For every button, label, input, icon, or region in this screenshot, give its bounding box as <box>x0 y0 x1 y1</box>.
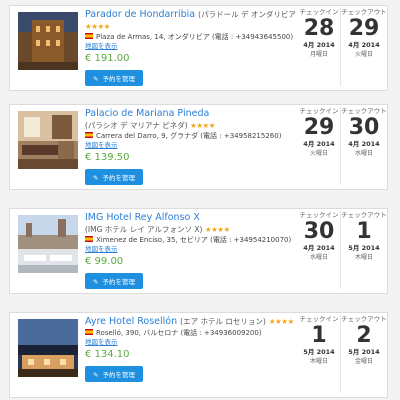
checkin-weekday: 月曜日 <box>309 51 328 58</box>
checkout-weekday: 木曜日 <box>354 254 373 261</box>
checkout-weekday: 水曜日 <box>354 150 373 157</box>
checkout-month: 4月 2014 <box>348 140 380 148</box>
checkout-month: 5月 2014 <box>348 348 380 356</box>
manage-booking-button[interactable]: ✎ 予約を管理 <box>85 273 143 289</box>
checkin-date: チェックイン 1 5月 2014 木曜日 <box>296 315 342 366</box>
address-text: Ximenez de Enciso, 35, セビリア (電話 : +34954… <box>96 236 292 244</box>
checkin-weekday: 火曜日 <box>309 150 328 157</box>
checkout-day: 1 <box>356 219 372 244</box>
pencil-icon: ✎ <box>93 75 99 83</box>
spain-flag-icon <box>85 132 93 138</box>
manage-booking-label: 予約を管理 <box>102 75 135 83</box>
price: € 99.00 <box>85 256 124 267</box>
hotel-photo[interactable] <box>18 111 78 169</box>
checkout-date: チェックアウト 1 5月 2014 木曜日 <box>340 211 387 289</box>
checkout-day: 29 <box>348 16 380 41</box>
hotel-name-ja: (パラシオ デ マリアナ ピネダ) <box>85 121 188 130</box>
hotel-info: Parador de Hondarribia (パラドール デ オンダリビア) … <box>85 9 295 86</box>
checkin-date: チェックイン 28 4月 2014 月曜日 <box>296 8 342 59</box>
address-text: Plaza de Armas, 14, オンダリビア (電話 : +349436… <box>96 33 294 41</box>
price: € 139.50 <box>85 152 130 163</box>
pencil-icon: ✎ <box>93 174 99 182</box>
checkout-date: チェックアウト 30 4月 2014 水曜日 <box>340 107 387 185</box>
star-rating: ★★★★ <box>85 22 110 31</box>
hotel-address: Carrera del Darro, 9, グラナダ (電話 : +349582… <box>85 131 295 141</box>
checkout-day: 30 <box>348 115 380 140</box>
checkin-month: 4月 2014 <box>303 41 335 49</box>
hotel-name-ja: (パラドール デ オンダリビア) <box>198 10 295 19</box>
hotel-name-ja: (IMG ホテル レイ アルフォンソ X) <box>85 225 203 234</box>
hotel-info: Ayre Hotel Rosellón (エア ホテル ロセリョン) ★★★★ … <box>85 316 295 382</box>
show-map-link[interactable]: 地図を表示 <box>85 141 295 150</box>
hotel-address: Ximenez de Enciso, 35, セビリア (電話 : +34954… <box>85 235 295 245</box>
hotel-photo[interactable] <box>18 215 78 273</box>
star-rating: ★★★★ <box>204 225 230 234</box>
pencil-icon: ✎ <box>93 278 99 286</box>
checkout-day: 2 <box>356 323 372 348</box>
manage-booking-button[interactable]: ✎ 予約を管理 <box>85 169 143 185</box>
manage-booking-label: 予約を管理 <box>102 371 135 379</box>
checkin-day: 30 <box>303 219 335 244</box>
checkout-weekday: 金曜日 <box>354 358 373 365</box>
manage-booking-button[interactable]: ✎ 予約を管理 <box>85 366 143 382</box>
price: € 134.10 <box>85 349 130 360</box>
rating-row: ★★★★ <box>85 21 295 32</box>
spain-flag-icon <box>85 329 93 335</box>
checkin-month: 4月 2014 <box>303 140 335 148</box>
hotel-name: Palacio de Mariana Pineda <box>85 108 295 120</box>
checkin-month: 5月 2014 <box>303 348 335 356</box>
manage-booking-button[interactable]: ✎ 予約を管理 <box>85 70 143 86</box>
price: € 191.00 <box>85 53 130 64</box>
checkout-month: 4月 2014 <box>348 41 380 49</box>
hotel-name: IMG Hotel Rey Alfonso X <box>85 212 295 224</box>
spain-flag-icon <box>85 236 93 242</box>
pencil-icon: ✎ <box>93 371 99 379</box>
hotel-name-link[interactable]: Ayre Hotel Rosellón <box>85 316 177 327</box>
show-map-link[interactable]: 地図を表示 <box>85 42 295 51</box>
hotel-card: IMG Hotel Rey Alfonso X (IMG ホテル レイ アルフォ… <box>9 208 388 294</box>
hotel-card: Palacio de Mariana Pineda (パラシオ デ マリアナ ピ… <box>9 104 388 190</box>
address-text: Carrera del Darro, 9, グラナダ (電話 : +349582… <box>96 132 282 140</box>
hotel-card: Ayre Hotel Rosellón (エア ホテル ロセリョン) ★★★★ … <box>9 312 388 398</box>
checkin-date: チェックイン 30 4月 2014 水曜日 <box>296 211 342 262</box>
checkin-month: 4月 2014 <box>303 244 335 252</box>
checkin-weekday: 水曜日 <box>309 254 328 261</box>
manage-booking-label: 予約を管理 <box>102 278 135 286</box>
star-rating: ★★★★ <box>190 121 216 130</box>
checkin-day: 28 <box>303 16 335 41</box>
address-text: Roselló, 390, バルセロナ (電話 : +34936009200) <box>96 329 262 337</box>
hotel-name-link[interactable]: Parador de Hondarribia <box>85 9 195 20</box>
hotel-name: Parador de Hondarribia (パラドール デ オンダリビア) <box>85 9 295 21</box>
hotel-name: Ayre Hotel Rosellón (エア ホテル ロセリョン) ★★★★ <box>85 316 295 328</box>
hotel-name-link[interactable]: IMG Hotel Rey Alfonso X <box>85 212 200 223</box>
hotel-photo[interactable] <box>18 319 78 377</box>
show-map-link[interactable]: 地図を表示 <box>85 245 295 254</box>
show-map-link[interactable]: 地図を表示 <box>85 338 295 347</box>
rating-row: (パラシオ デ マリアナ ピネダ) ★★★★ <box>85 120 295 131</box>
checkin-day: 1 <box>311 323 327 348</box>
star-rating: ★★★★ <box>268 317 294 326</box>
spain-flag-icon <box>85 33 93 39</box>
hotel-info: Palacio de Mariana Pineda (パラシオ デ マリアナ ピ… <box>85 108 295 185</box>
checkout-month: 5月 2014 <box>348 244 380 252</box>
manage-booking-label: 予約を管理 <box>102 174 135 182</box>
hotel-info: IMG Hotel Rey Alfonso X (IMG ホテル レイ アルフォ… <box>85 212 295 289</box>
checkin-date: チェックイン 29 4月 2014 火曜日 <box>296 107 342 158</box>
checkout-weekday: 火曜日 <box>354 51 373 58</box>
checkin-weekday: 木曜日 <box>309 358 328 365</box>
checkout-date: チェックアウト 29 4月 2014 火曜日 <box>340 8 387 86</box>
hotel-photo[interactable] <box>18 12 78 70</box>
hotel-name-link[interactable]: Palacio de Mariana Pineda <box>85 108 209 119</box>
hotel-card: Parador de Hondarribia (パラドール デ オンダリビア) … <box>9 5 388 91</box>
hotel-address: Roselló, 390, バルセロナ (電話 : +34936009200) <box>85 328 295 338</box>
hotel-address: Plaza de Armas, 14, オンダリビア (電話 : +349436… <box>85 32 295 42</box>
checkout-date: チェックアウト 2 5月 2014 金曜日 <box>340 315 387 393</box>
hotel-name-ja: (エア ホテル ロセリョン) <box>180 317 266 326</box>
rating-row: (IMG ホテル レイ アルフォンソ X) ★★★★ <box>85 224 295 235</box>
checkin-day: 29 <box>303 115 335 140</box>
